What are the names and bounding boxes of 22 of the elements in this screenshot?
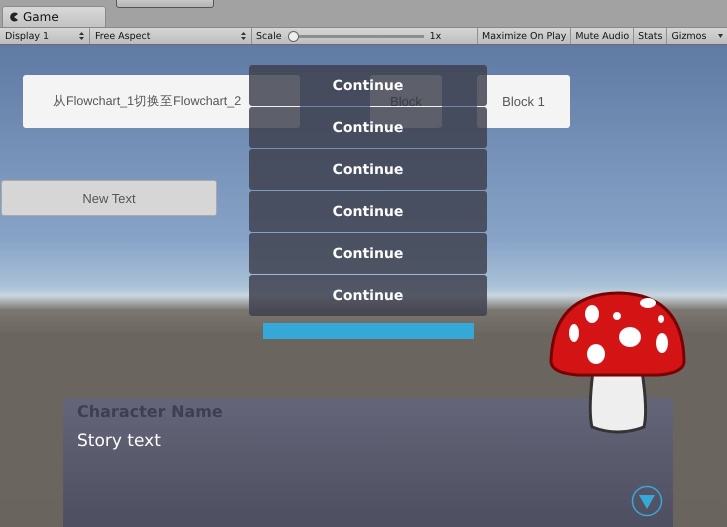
option-menu[interactable]: Continue — [249, 191, 487, 232]
dropdown-arrows-icon — [79, 32, 84, 40]
toolbar-toggle[interactable]: Maximize On Play — [478, 28, 572, 44]
aspect-dropdown[interactable]: Free Aspect — [90, 28, 252, 44]
scale-reading: 1x — [430, 30, 442, 42]
pacman-icon — [9, 12, 19, 22]
display-dropdown[interactable]: Display 1 — [0, 28, 90, 44]
caret-icon — [718, 34, 723, 38]
scale-label: Scale — [256, 30, 282, 42]
toolbar-toggle[interactable]: Mute Audio — [571, 28, 634, 44]
option-menu[interactable]: Continue — [249, 233, 487, 274]
dropdown-arrows-icon — [241, 32, 246, 40]
new-text-button[interactable]: New Text — [1, 180, 217, 216]
gizmos-dropdown[interactable]: Gizmos — [667, 28, 727, 44]
story-text: Story text — [77, 431, 162, 451]
option-menu[interactable]: Continue — [249, 275, 487, 316]
option-menu[interactable]: Continue — [249, 107, 487, 148]
ui-button[interactable]: Block 1 — [477, 75, 570, 128]
option-menu[interactable]: Continue — [249, 149, 487, 190]
scale-slider[interactable] — [288, 30, 424, 42]
game-tab[interactable]: Game — [2, 6, 106, 27]
toolbar-toggle[interactable]: Stats — [634, 28, 668, 44]
